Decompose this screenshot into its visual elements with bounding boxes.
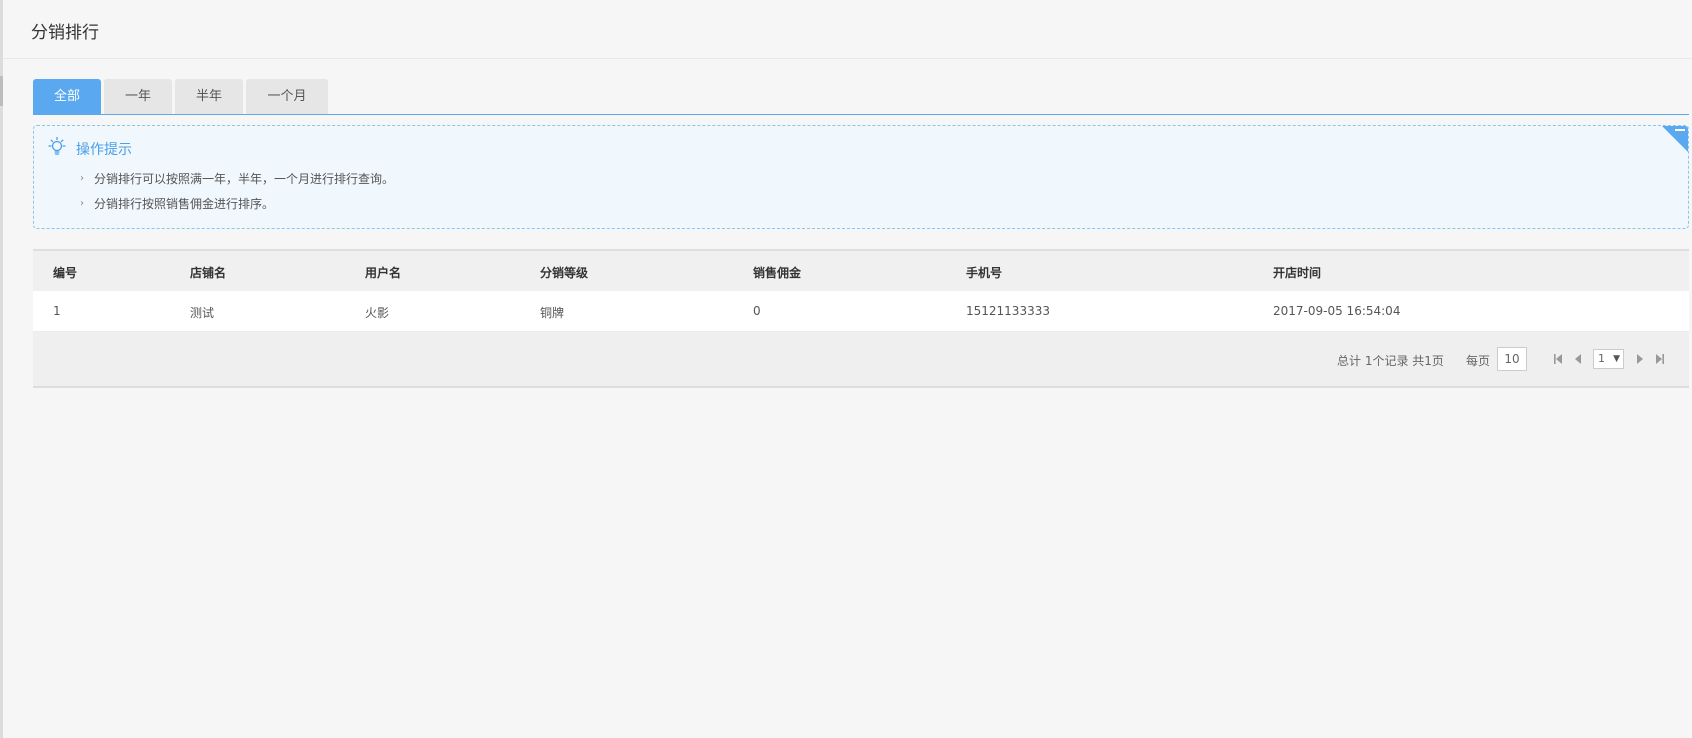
page-title: 分销排行	[31, 23, 99, 43]
prev-page-icon[interactable]	[1571, 352, 1585, 366]
cell-open-time: 2017-09-05 16:54:04	[1273, 304, 1401, 318]
tips-panel: 操作提示 › 分销排行可以按照满一年，半年，一个月进行排行查询。 › 分销排行按…	[33, 125, 1689, 229]
cell-username: 火影	[365, 306, 390, 320]
tips-title: 操作提示	[76, 142, 132, 158]
tips-item: › 分销排行按照销售佣金进行排序。	[80, 195, 394, 220]
cell-shop-name: 测试	[190, 306, 215, 320]
tab-bar: 全部 一年 半年 一个月	[33, 79, 1689, 115]
column-header-shop-name: 店铺名	[190, 266, 227, 280]
bullet-icon: ›	[80, 173, 84, 184]
next-page-icon[interactable]	[1633, 352, 1647, 366]
tips-list: › 分销排行可以按照满一年，半年，一个月进行排行查询。 › 分销排行按照销售佣金…	[80, 170, 394, 220]
column-header-level: 分销等级	[540, 266, 589, 280]
tab-all[interactable]: 全部	[33, 79, 101, 114]
page-select-value: 1	[1598, 352, 1605, 365]
pagination: 总计 1个记录 共1页 每页 10 1 ▼	[33, 332, 1689, 388]
first-page-icon[interactable]	[1551, 352, 1565, 366]
per-page-input[interactable]: 10	[1497, 347, 1527, 371]
cell-phone: 15121133333	[966, 304, 1050, 318]
last-page-icon[interactable]	[1653, 352, 1667, 366]
tab-half-year[interactable]: 半年	[175, 79, 243, 114]
column-header-phone: 手机号	[966, 266, 1003, 280]
lightbulb-icon	[46, 136, 68, 158]
page-select[interactable]: 1 ▼	[1593, 349, 1624, 369]
tips-item: › 分销排行可以按照满一年，半年，一个月进行排行查询。	[80, 170, 394, 195]
cell-level: 铜牌	[540, 306, 565, 320]
tips-item-text: 分销排行可以按照满一年，半年，一个月进行排行查询。	[94, 172, 395, 186]
bullet-icon: ›	[80, 198, 84, 209]
sidebar-toggle-handle[interactable]	[0, 76, 3, 106]
column-header-commission: 销售佣金	[753, 266, 802, 280]
cell-commission: 0	[753, 304, 761, 318]
column-header-id: 编号	[53, 266, 78, 280]
tab-one-year[interactable]: 一年	[104, 79, 172, 114]
table-row: 1 测试 火影 铜牌 0 15121133333 2017-09-05 16:5…	[33, 291, 1689, 332]
column-header-open-time: 开店时间	[1273, 266, 1322, 280]
tips-item-text: 分销排行按照销售佣金进行排序。	[94, 197, 275, 211]
per-page-label: 每页	[1466, 354, 1491, 368]
table-header: 编号 店铺名 用户名 分销等级 销售佣金 手机号 开店时间	[33, 251, 1689, 291]
cell-id: 1	[53, 304, 61, 318]
pagination-summary: 总计 1个记录 共1页	[1337, 354, 1444, 368]
chevron-down-icon: ▼	[1613, 354, 1620, 364]
minus-icon	[1675, 129, 1685, 131]
page-header: 分销排行	[3, 0, 1692, 59]
left-edge	[0, 0, 3, 738]
ranking-table: 编号 店铺名 用户名 分销等级 销售佣金 手机号 开店时间 1 测试 火影 铜牌…	[33, 249, 1689, 388]
column-header-username: 用户名	[365, 266, 402, 280]
tab-one-month[interactable]: 一个月	[246, 79, 328, 114]
